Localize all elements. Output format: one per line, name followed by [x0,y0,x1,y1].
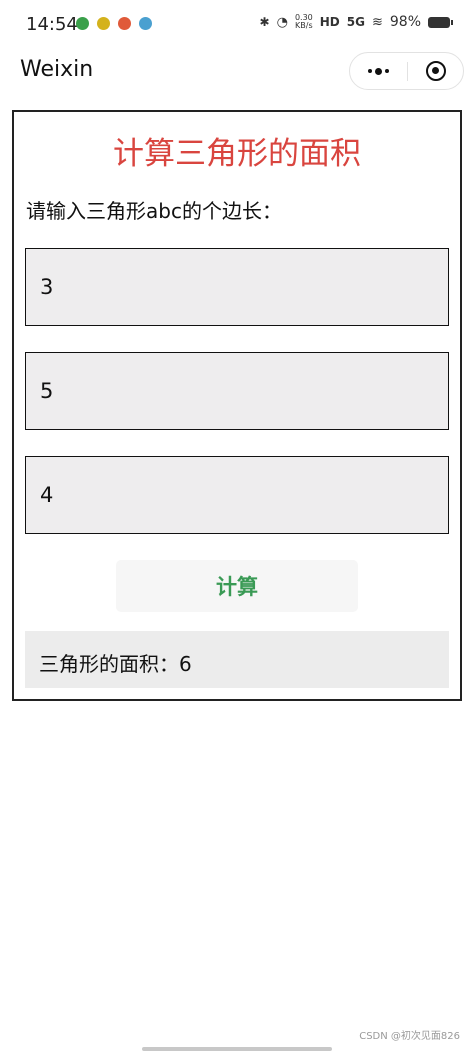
network-speed-unit: KB/s [295,21,313,30]
bluetooth-icon: ✱ [259,15,270,29]
status-bar: 14:54 ✱ ◔ 0.30 KB/s HD 5G ≋ 98% [0,0,474,50]
more-dot-icon [385,69,389,73]
side-a-input[interactable] [25,248,449,326]
side-b-input[interactable] [25,352,449,430]
status-indicators: ✱ ◔ 0.30 KB/s HD 5G ≋ 98% [259,14,453,30]
battery-percent: 98% [389,14,421,30]
watermark: CSDN @初次见面826 [359,1031,460,1042]
app-notification-icon [76,17,89,30]
signal-5g-icon: 5G [346,15,365,29]
more-dot-icon [368,69,372,73]
more-dot-icon [375,67,382,75]
result-text: 三角形的面积：6 [39,652,192,676]
calculate-button[interactable]: 计算 [116,560,358,612]
capsule-divider [407,62,408,81]
speedometer-icon: ◔ [276,14,288,30]
close-miniprogram-icon[interactable] [426,61,446,81]
network-speed: 0.30 KB/s [295,14,313,30]
miniprogram-capsule [349,52,464,90]
side-c-input[interactable] [25,456,449,534]
nav-title: Weixin [20,57,94,82]
more-button[interactable] [350,53,407,89]
page-title: 计算三角形的面积 [113,136,361,172]
notification-icons [76,17,152,30]
input-prompt: 请输入三角形abc的个边长： [26,199,282,223]
result-box: 三角形的面积：6 [25,631,449,688]
app-notification-icon [97,17,110,30]
battery-icon [428,16,453,28]
screen: 14:54 ✱ ◔ 0.30 KB/s HD 5G ≋ 98% Weixin 计… [0,0,474,1053]
hd-icon: HD [319,15,340,29]
home-indicator[interactable] [142,1047,332,1051]
app-notification-icon [118,17,131,30]
wifi-icon: ≋ [371,14,383,30]
status-time: 14:54 [26,14,78,35]
chat-notification-icon [139,17,152,30]
